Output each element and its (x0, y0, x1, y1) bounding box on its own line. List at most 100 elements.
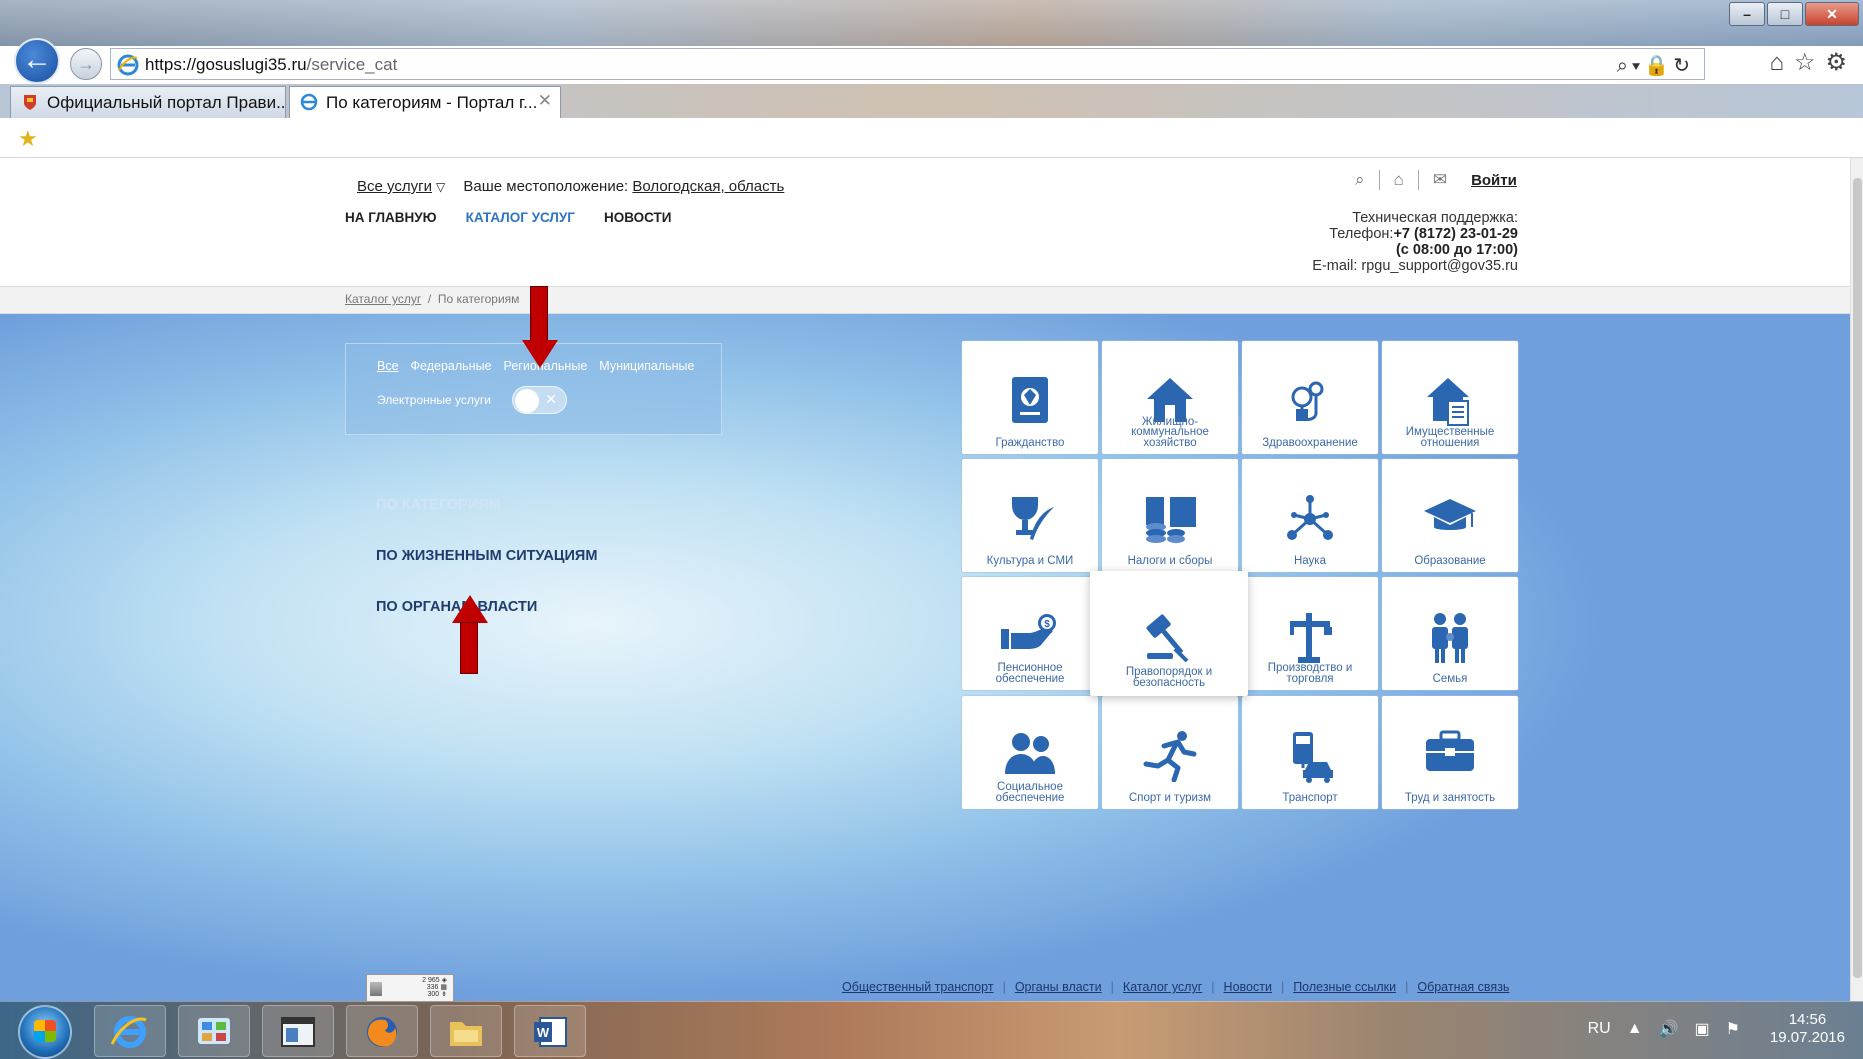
action-center-flag-icon[interactable]: ⚑ (1726, 1019, 1740, 1039)
refresh-icon[interactable]: ↻ (1673, 55, 1694, 77)
minimize-button[interactable]: – (1729, 2, 1765, 26)
tile-label: Гражданство (995, 436, 1065, 449)
nav-news[interactable]: НОВОСТИ (604, 210, 672, 225)
close-window-button[interactable]: ✕ (1805, 2, 1859, 26)
tab-categories[interactable]: По категориям - Портал г... ✕ (289, 86, 561, 118)
trophy-feather-icon (1012, 497, 1054, 540)
url-text[interactable]: https://gosuslugi35.ru/service_cat (145, 55, 397, 75)
category-tile-production[interactable]: Производство и торговля (1242, 577, 1378, 690)
category-tile-education[interactable]: Образование (1382, 459, 1518, 572)
view-by-category-link[interactable]: ПО КАТЕГОРИЯМ (376, 497, 597, 513)
category-tile-law-order[interactable]: Правопорядок и безопасность (1090, 571, 1248, 696)
filter-tab-federal[interactable]: Федеральные (411, 359, 492, 373)
taskbar-firefox[interactable] (346, 1005, 418, 1057)
site-header: Все услуги ▽ Ваше местоположение: Вологод… (0, 158, 1850, 286)
folder-icon (450, 1022, 482, 1046)
taskbar-window-app[interactable] (262, 1005, 334, 1057)
category-tile-family[interactable]: Семья (1382, 577, 1518, 690)
tile-label: Труд и занятость (1404, 791, 1496, 804)
tile-label: Наука (1293, 554, 1326, 567)
footer-link-feedback[interactable]: Обратная связь (1417, 980, 1509, 994)
footer-link-authorities[interactable]: Органы власти (1015, 980, 1102, 994)
clock[interactable]: 14:56 19.07.2016 (1770, 1011, 1845, 1047)
back-button[interactable]: ← (14, 38, 60, 84)
address-bar[interactable]: https://gosuslugi35.ru/service_cat ⌕▾🔒↻ (110, 48, 1705, 80)
tile-label: Культура и СМИ (986, 554, 1074, 567)
footer-link-useful-links[interactable]: Полезные ссылки (1293, 980, 1396, 994)
divider (1378, 170, 1380, 190)
view-by-life-situation-link[interactable]: ПО ЖИЗНЕННЫМ СИТУАЦИЯМ (376, 548, 597, 564)
mail-icon[interactable]: ✉ (1433, 170, 1447, 190)
forward-arrow-icon: → (77, 54, 95, 74)
taskbar-control-panel[interactable] (178, 1005, 250, 1057)
breadcrumb-separator: / (427, 292, 432, 306)
search-icon[interactable]: ⌕ (1355, 170, 1365, 190)
close-tab-icon[interactable]: ✕ (538, 91, 552, 111)
svg-text:$: $ (1044, 619, 1050, 630)
filter-tab-municipal[interactable]: Муниципальные (599, 359, 694, 373)
maximize-button[interactable]: □ (1767, 2, 1803, 26)
location-label: Ваше местоположение: (463, 178, 629, 195)
volume-icon[interactable]: 🔊 (1659, 1019, 1679, 1039)
footer-link-public-transport[interactable]: Общественный транспорт (842, 980, 994, 994)
category-tile-labor[interactable]: Труд и занятость (1382, 696, 1518, 809)
category-tile-sport[interactable]: Спорт и туризм (1102, 696, 1238, 809)
all-services-dropdown[interactable]: Все услуги ▽ (357, 178, 459, 195)
category-tile-science[interactable]: Наука (1242, 459, 1378, 572)
scrollbar-thumb[interactable] (1853, 178, 1862, 978)
forward-button[interactable]: → (70, 48, 102, 80)
property-doc-icon (1427, 378, 1469, 426)
phone-number: +7 (8172) 23-01-29 (1393, 226, 1518, 242)
tray-expand-icon[interactable]: ▲ (1627, 1020, 1643, 1038)
category-tile-healthcare[interactable]: Здравоохранение (1242, 341, 1378, 454)
footer-separator: | (1211, 980, 1215, 994)
tab-official-portal[interactable]: Официальный портал Прави... (10, 86, 286, 118)
language-indicator[interactable]: RU (1588, 1020, 1611, 1038)
login-link[interactable]: Войти (1471, 172, 1517, 189)
favorites-star-icon[interactable]: ☆ (1794, 49, 1826, 76)
category-tile-property[interactable]: Имущественные отношения (1382, 341, 1518, 454)
taskbar-word[interactable]: W (514, 1005, 586, 1057)
address-tools: ⌕▾🔒↻ (1617, 53, 1694, 78)
start-button[interactable] (18, 1005, 72, 1059)
location-value-link[interactable]: Вологодская, область (632, 178, 784, 195)
footer-separator: | (1110, 980, 1114, 994)
home-icon[interactable]: ⌂ (1769, 49, 1794, 76)
tile-label: Транспорт (1282, 791, 1338, 804)
category-tile-citizenship[interactable]: Гражданство (962, 341, 1098, 454)
breadcrumb-current: По категориям (437, 292, 520, 306)
add-favorite-icon[interactable]: ★ (18, 126, 38, 152)
filter-tab-all[interactable]: Все (377, 359, 399, 373)
category-tile-social[interactable]: Социальное обеспечение (962, 696, 1098, 809)
tile-label: Здравоохранение (1262, 436, 1358, 449)
support-title: Техническая поддержка: (1352, 210, 1518, 226)
footer-link-catalog[interactable]: Каталог услуг (1123, 980, 1202, 994)
category-tile-taxes[interactable]: Налоги и сборы (1102, 459, 1238, 572)
network-icon[interactable]: ▣ (1694, 1019, 1709, 1039)
window-app-icon (281, 1017, 315, 1047)
support-phone-row: Телефон:+7 (8172) 23-01-29 (1312, 226, 1518, 242)
nav-catalog[interactable]: КАТАЛОГ УСЛУГ (466, 210, 575, 225)
category-tile-pension[interactable]: $ Пенсионное обеспечение (962, 577, 1098, 690)
breadcrumb-catalog-link[interactable]: Каталог услуг (345, 292, 421, 306)
category-tile-transport[interactable]: Транспорт (1242, 696, 1378, 809)
tile-label: Спорт и туризм (1128, 791, 1212, 804)
electronic-services-toggle[interactable]: ✕ (512, 386, 567, 414)
tile-label: Образование (1414, 554, 1486, 567)
category-tile-housing[interactable]: Жилищно-коммунальное хозяйство (1102, 341, 1238, 454)
page-scrollbar[interactable] (1850, 158, 1863, 1001)
category-tile-culture[interactable]: Культура и СМИ (962, 459, 1098, 572)
search-icon[interactable]: ⌕▾ (1617, 55, 1645, 77)
home-icon[interactable]: ⌂ (1394, 170, 1404, 190)
page-footer: 2 965 ◈ 336 ▦ 300 ⇟ Общественный транспо… (0, 974, 1850, 1001)
favorites-bar: ★ (0, 118, 1863, 158)
lock-icon[interactable]: 🔒 (1644, 55, 1673, 77)
nav-home[interactable]: НА ГЛАВНУЮ (345, 210, 437, 225)
taskbar-explorer[interactable] (430, 1005, 502, 1057)
footer-separator: | (1405, 980, 1409, 994)
settings-gear-icon[interactable]: ⚙ (1825, 49, 1857, 76)
graduation-cap-icon (1424, 499, 1476, 530)
footer-link-news[interactable]: Новости (1224, 980, 1272, 994)
toggle-knob (515, 389, 539, 413)
taskbar-ie[interactable] (94, 1005, 166, 1057)
